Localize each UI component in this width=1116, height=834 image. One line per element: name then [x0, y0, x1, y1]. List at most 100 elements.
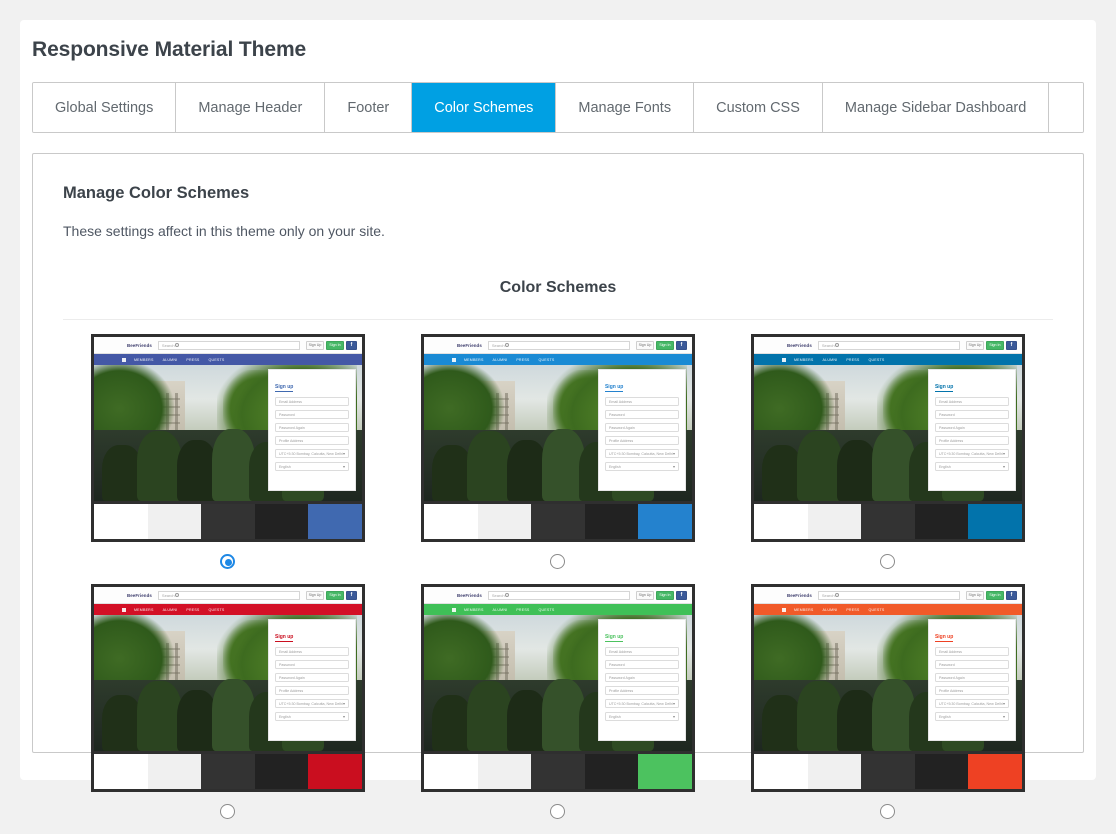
preview-nav-item[interactable]: PRESS: [516, 358, 529, 362]
preview-sign-up-button[interactable]: Sign Up: [305, 340, 324, 350]
preview-sign-in-button[interactable]: Sign In: [655, 590, 674, 600]
scheme-color-swatches[interactable]: [420, 504, 695, 542]
preview-signup-select[interactable]: English: [274, 712, 349, 721]
preview-signup-field[interactable]: Password Again: [934, 673, 1009, 682]
preview-nav-item[interactable]: ALUMNI: [163, 358, 178, 362]
preview-signup-field[interactable]: Profile Address: [274, 436, 349, 445]
scheme-preview-thumbnail[interactable]: BeeFriends Search Sign Up Sign In f MEMBERS AL…: [750, 334, 1025, 504]
facebook-icon[interactable]: f: [1005, 590, 1017, 600]
scheme-radio-scheme-5[interactable]: [550, 803, 566, 819]
scheme-preview-thumbnail[interactable]: BeeFriends Search Sign Up Sign In f MEMBERS AL…: [420, 334, 695, 504]
preview-signup-select[interactable]: UTC+5:30 Bombay, Calcutta, New Delhi: [934, 699, 1009, 708]
preview-nav-item[interactable]: MEMBERS: [134, 358, 154, 362]
facebook-icon[interactable]: f: [675, 340, 687, 350]
preview-signup-select[interactable]: UTC+5:30 Bombay, Calcutta, New Delhi: [604, 699, 679, 708]
preview-sign-in-button[interactable]: Sign In: [325, 340, 344, 350]
preview-nav-item[interactable]: MEMBERS: [134, 608, 154, 612]
color-scheme-option[interactable]: BeeFriends Search Sign Up Sign In f MEMBERS AL…: [63, 334, 393, 584]
preview-signup-select[interactable]: English: [604, 462, 679, 471]
facebook-icon[interactable]: f: [675, 590, 687, 600]
preview-search-input[interactable]: Search: [487, 590, 630, 600]
preview-search-input[interactable]: Search: [817, 590, 960, 600]
preview-sign-in-button[interactable]: Sign In: [655, 340, 674, 350]
preview-nav-item[interactable]: QUESTS: [209, 608, 225, 612]
preview-signup-field[interactable]: Password Again: [934, 423, 1009, 432]
tab-global-settings[interactable]: Global Settings: [33, 83, 177, 132]
color-scheme-option[interactable]: BeeFriends Search Sign Up Sign In f MEMBERS AL…: [723, 334, 1053, 584]
tab-footer[interactable]: Footer: [325, 83, 413, 132]
tab-custom-css[interactable]: Custom CSS: [694, 83, 823, 132]
preview-nav-item[interactable]: MEMBERS: [464, 358, 484, 362]
preview-signup-field[interactable]: Password Again: [274, 423, 349, 432]
preview-signup-field[interactable]: Password Again: [604, 673, 679, 682]
facebook-icon[interactable]: f: [345, 340, 357, 350]
scheme-preview-thumbnail[interactable]: BeeFriends Search Sign Up Sign In f MEMBERS AL…: [90, 584, 365, 754]
color-scheme-option[interactable]: BeeFriends Search Sign Up Sign In f MEMBERS AL…: [393, 334, 723, 584]
scheme-radio-scheme-3[interactable]: [880, 553, 896, 569]
scheme-radio-scheme-4[interactable]: [220, 803, 236, 819]
preview-signup-select[interactable]: English: [274, 462, 349, 471]
preview-nav-item[interactable]: PRESS: [186, 608, 199, 612]
preview-search-input[interactable]: Search: [157, 340, 300, 350]
preview-signup-field[interactable]: Profile Address: [604, 686, 679, 695]
preview-nav-item[interactable]: PRESS: [846, 608, 859, 612]
preview-nav-item[interactable]: QUESTS: [539, 358, 555, 362]
preview-nav-item[interactable]: QUESTS: [209, 358, 225, 362]
tab-manage-sidebar-dashboard[interactable]: Manage Sidebar Dashboard: [822, 83, 1050, 132]
scheme-color-swatches[interactable]: [750, 754, 1025, 792]
color-scheme-option[interactable]: BeeFriends Search Sign Up Sign In f MEMBERS AL…: [63, 584, 393, 834]
preview-signup-field[interactable]: Password: [604, 410, 679, 419]
preview-signup-select[interactable]: UTC+5:30 Bombay, Calcutta, New Delhi: [274, 449, 349, 458]
preview-nav-item[interactable]: QUESTS: [539, 608, 555, 612]
preview-nav-item[interactable]: PRESS: [186, 358, 199, 362]
color-scheme-option[interactable]: BeeFriends Search Sign Up Sign In f MEMBERS AL…: [723, 584, 1053, 834]
tab-manage-fonts[interactable]: Manage Fonts: [556, 83, 695, 132]
preview-signup-select[interactable]: UTC+5:30 Bombay, Calcutta, New Delhi: [934, 449, 1009, 458]
preview-signup-select[interactable]: UTC+5:30 Bombay, Calcutta, New Delhi: [274, 699, 349, 708]
preview-nav-item[interactable]: PRESS: [516, 608, 529, 612]
preview-sign-up-button[interactable]: Sign Up: [305, 590, 324, 600]
preview-nav-item[interactable]: ALUMNI: [823, 358, 838, 362]
preview-search-input[interactable]: Search: [157, 590, 300, 600]
preview-signup-field[interactable]: Password: [934, 660, 1009, 669]
preview-signup-field[interactable]: Password Again: [274, 673, 349, 682]
scheme-color-swatches[interactable]: [90, 754, 365, 792]
preview-signup-select[interactable]: English: [934, 462, 1009, 471]
preview-signup-field[interactable]: Email Address: [274, 397, 349, 406]
facebook-icon[interactable]: f: [345, 590, 357, 600]
preview-signup-field[interactable]: Profile Address: [274, 686, 349, 695]
preview-sign-in-button[interactable]: Sign In: [325, 590, 344, 600]
preview-nav-item[interactable]: MEMBERS: [464, 608, 484, 612]
preview-signup-field[interactable]: Password: [274, 410, 349, 419]
preview-signup-field[interactable]: Email Address: [604, 647, 679, 656]
scheme-radio-scheme-2[interactable]: [550, 553, 566, 569]
scheme-color-swatches[interactable]: [90, 504, 365, 542]
scheme-color-swatches[interactable]: [750, 504, 1025, 542]
preview-signup-select[interactable]: English: [934, 712, 1009, 721]
preview-search-input[interactable]: Search: [487, 340, 630, 350]
preview-sign-up-button[interactable]: Sign Up: [965, 340, 984, 350]
preview-signup-field[interactable]: Email Address: [934, 647, 1009, 656]
preview-nav-item[interactable]: ALUMNI: [493, 608, 508, 612]
preview-signup-field[interactable]: Profile Address: [934, 436, 1009, 445]
preview-signup-field[interactable]: Password Again: [604, 423, 679, 432]
tab-manage-header[interactable]: Manage Header: [176, 83, 326, 132]
preview-sign-up-button[interactable]: Sign Up: [635, 590, 654, 600]
scheme-preview-thumbnail[interactable]: BeeFriends Search Sign Up Sign In f MEMBERS AL…: [420, 584, 695, 754]
preview-signup-field[interactable]: Password: [274, 660, 349, 669]
preview-signup-field[interactable]: Profile Address: [934, 686, 1009, 695]
preview-signup-field[interactable]: Email Address: [274, 647, 349, 656]
preview-sign-in-button[interactable]: Sign In: [985, 590, 1004, 600]
preview-nav-item[interactable]: MEMBERS: [794, 358, 814, 362]
preview-nav-item[interactable]: ALUMNI: [823, 608, 838, 612]
facebook-icon[interactable]: f: [1005, 340, 1017, 350]
preview-signup-field[interactable]: Password: [604, 660, 679, 669]
preview-nav-item[interactable]: ALUMNI: [493, 358, 508, 362]
preview-search-input[interactable]: Search: [817, 340, 960, 350]
preview-nav-item[interactable]: PRESS: [846, 358, 859, 362]
tab-color-schemes[interactable]: Color Schemes: [412, 83, 557, 132]
scheme-radio-scheme-1[interactable]: [220, 553, 236, 569]
scheme-preview-thumbnail[interactable]: BeeFriends Search Sign Up Sign In f MEMBERS AL…: [750, 584, 1025, 754]
preview-sign-up-button[interactable]: Sign Up: [965, 590, 984, 600]
preview-signup-field[interactable]: Password: [934, 410, 1009, 419]
